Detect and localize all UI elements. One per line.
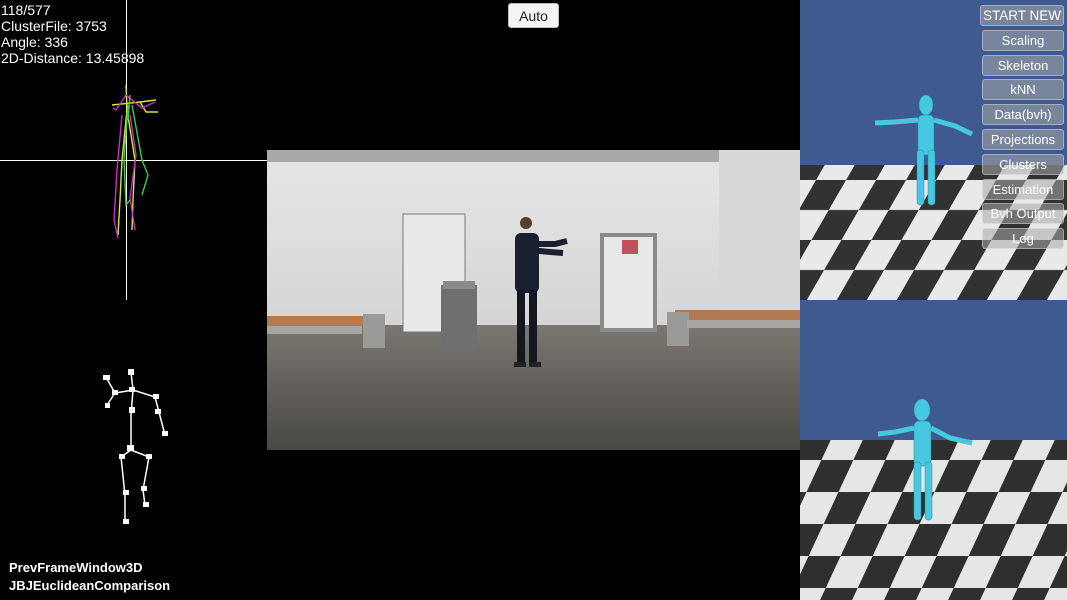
window-labels: PrevFrameWindow3D JBJEuclideanComparison xyxy=(9,559,170,595)
prev-frame-window-label: PrevFrameWindow3D xyxy=(9,560,143,575)
skeleton-button[interactable]: Skeleton xyxy=(982,54,1064,76)
avatar-viewport-top[interactable]: START NEW Scaling Skeleton kNN Data(bvh)… xyxy=(800,0,1067,300)
auto-button[interactable]: Auto xyxy=(508,3,559,28)
cluster-file: ClusterFile: 3753 xyxy=(1,18,107,34)
camera-video-feed xyxy=(267,150,800,450)
distance-readout: 2D-Distance: 13.45898 xyxy=(1,50,145,66)
comparison-label: JBJEuclideanComparison xyxy=(9,578,171,593)
knn-button[interactable]: kNN xyxy=(982,79,1064,101)
skeleton-3d-prev-frame xyxy=(103,369,168,524)
start-new-button[interactable]: START NEW xyxy=(980,5,1064,26)
avatar-viewport-bottom[interactable] xyxy=(800,300,1067,600)
bvh-output-button[interactable]: Bvh Output xyxy=(982,203,1064,225)
skeleton-2d-comparison xyxy=(111,84,158,239)
data-bvh-button[interactable]: Data(bvh) xyxy=(982,104,1064,126)
scaling-button[interactable]: Scaling xyxy=(982,29,1064,51)
angle-readout: Angle: 336 xyxy=(1,34,68,50)
stats-panel: 118/577 ClusterFile: 3753 Angle: 336 2D-… xyxy=(1,2,144,66)
estimation-button[interactable]: Estimation xyxy=(982,178,1064,200)
frame-counter: 118/577 xyxy=(1,2,51,18)
clusters-button[interactable]: Clusters xyxy=(982,153,1064,175)
projections-button[interactable]: Projections xyxy=(982,128,1064,150)
main-menu: START NEW Scaling Skeleton kNN Data(bvh)… xyxy=(980,5,1064,253)
log-button[interactable]: Log xyxy=(982,228,1064,250)
